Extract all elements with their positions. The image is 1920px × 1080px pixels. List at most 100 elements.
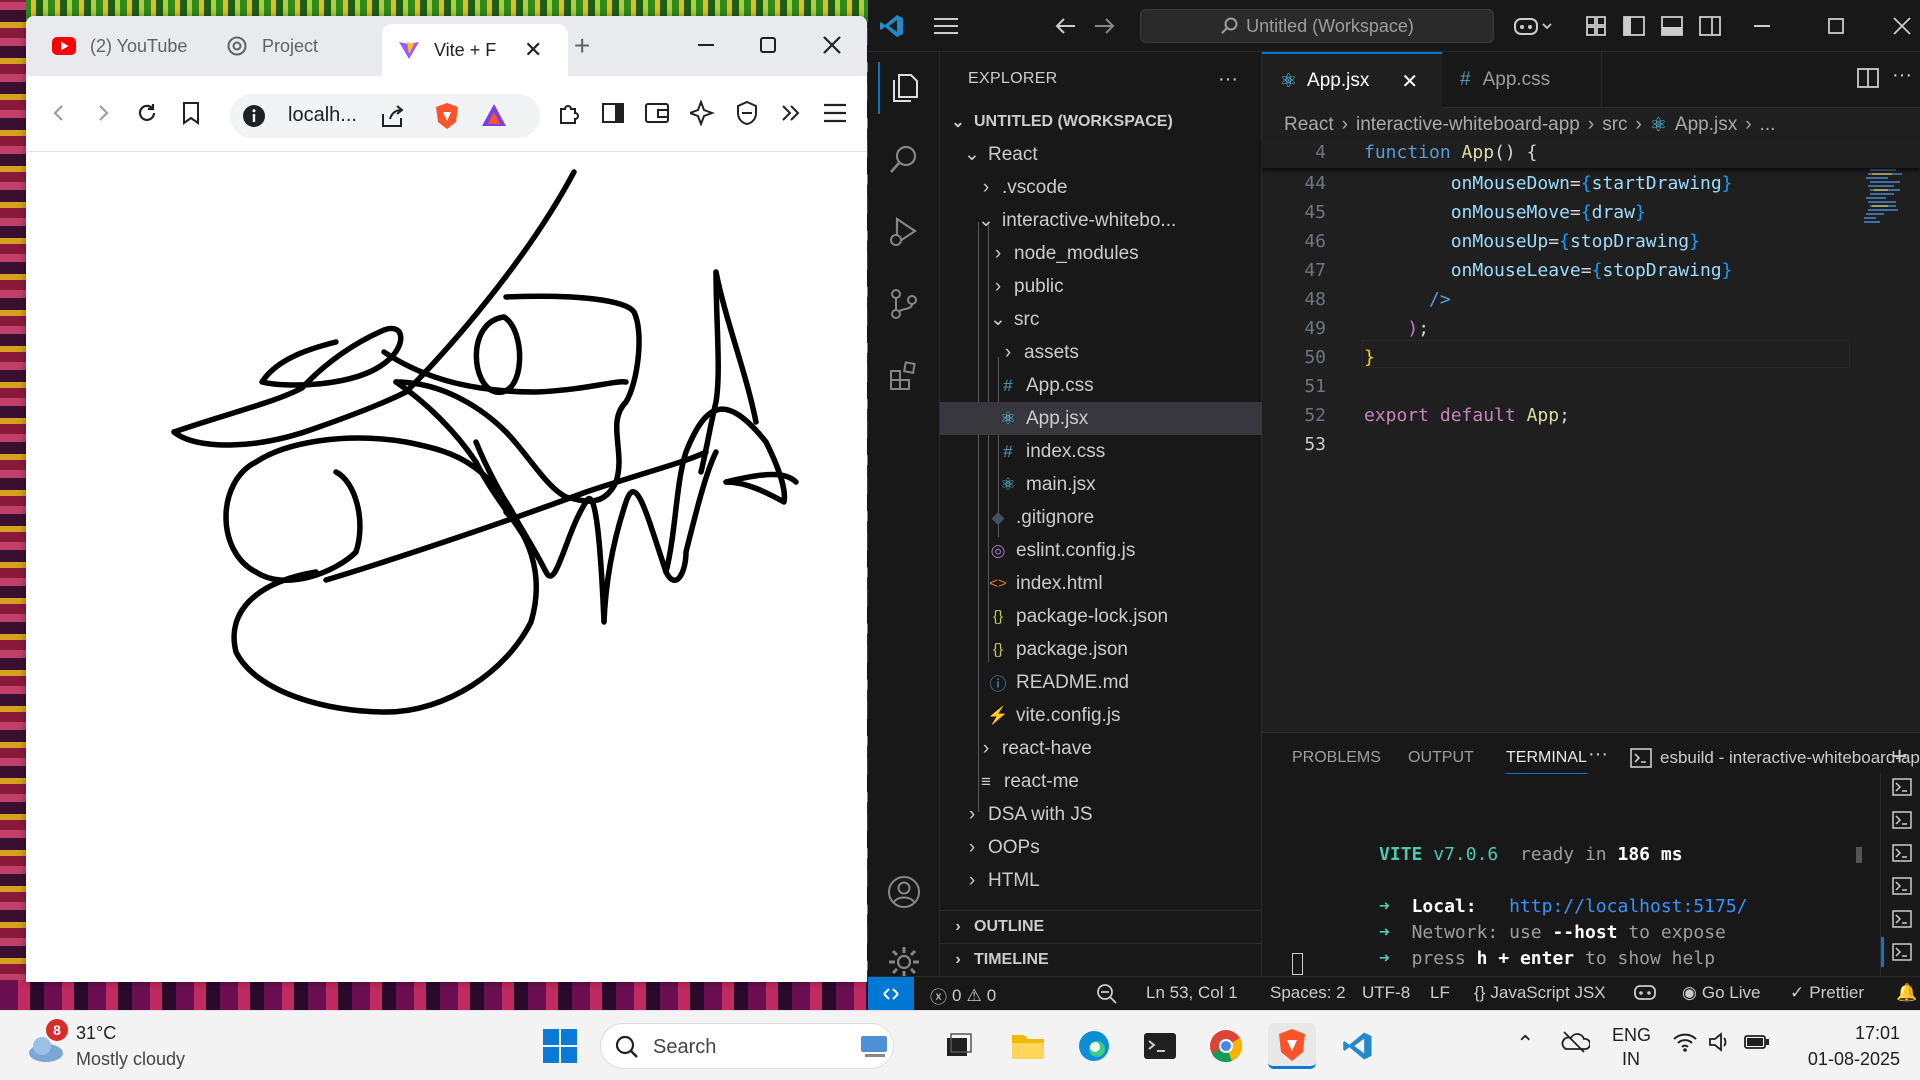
copilot-icon[interactable] xyxy=(1508,12,1558,40)
extensions-icon[interactable] xyxy=(552,96,586,130)
code-line[interactable]: 48 /> xyxy=(1262,285,1920,313)
terminal-scrollbar[interactable] xyxy=(1856,847,1862,863)
chevron-up-icon[interactable]: ⌃ xyxy=(1516,1031,1534,1057)
breadcrumb-src[interactable]: src xyxy=(1602,114,1627,136)
volume-icon[interactable] xyxy=(1708,1031,1732,1053)
tree-item-package-json[interactable]: {} package.json xyxy=(940,633,1262,666)
prettier-status[interactable]: ✓ Prettier xyxy=(1790,983,1864,1003)
panel-tab-output[interactable]: OUTPUT xyxy=(1408,749,1474,767)
more-actions-icon[interactable]: ··· xyxy=(1218,68,1238,91)
vscode-taskbar-icon[interactable] xyxy=(1334,1023,1382,1069)
close-window-icon[interactable] xyxy=(812,30,852,60)
forward-icon[interactable] xyxy=(86,96,120,130)
breadcrumb-react[interactable]: React xyxy=(1284,114,1334,136)
address-bar[interactable]: localh... xyxy=(230,94,540,138)
site-info-icon[interactable] xyxy=(242,104,266,128)
maximize-icon[interactable] xyxy=(748,30,788,60)
share-icon[interactable] xyxy=(380,104,406,128)
battery-icon[interactable] xyxy=(1744,1031,1770,1053)
whiteboard-canvas[interactable] xyxy=(26,152,867,982)
customize-layout-icon[interactable] xyxy=(1582,12,1610,40)
tree-item-readme[interactable]: ⓘ README.md xyxy=(940,666,1262,699)
notifications-bell-icon[interactable]: 🔔 xyxy=(1896,983,1917,1003)
language-mode[interactable]: {} JavaScript JSX xyxy=(1474,983,1606,1003)
vscode-close-icon[interactable] xyxy=(1888,12,1916,40)
breadcrumb-symbol[interactable]: ... xyxy=(1760,114,1776,136)
minimize-icon[interactable] xyxy=(686,30,726,60)
run-debug-icon[interactable] xyxy=(878,206,930,258)
tree-item-oops[interactable]: › OOPs xyxy=(940,831,1262,864)
code-line[interactable]: 46 onMouseUp ={stopDrawing} xyxy=(1262,227,1920,255)
edge-icon[interactable] xyxy=(1070,1023,1118,1069)
browser-tab-project[interactable]: Project xyxy=(226,26,376,66)
editor-more-icon[interactable]: ··· xyxy=(1892,64,1912,87)
tree-item-dsa-with-js[interactable]: › DSA with JS xyxy=(940,798,1262,831)
indentation[interactable]: Spaces: 2 xyxy=(1270,983,1346,1003)
editor-tab-app-jsx[interactable]: ⚛ App.jsx ✕ xyxy=(1262,52,1442,108)
tree-item-index-html[interactable]: <> index.html xyxy=(940,567,1262,600)
sidebar-toggle-icon[interactable] xyxy=(596,96,630,130)
back-icon[interactable] xyxy=(42,96,76,130)
cursor-position[interactable]: Ln 53, Col 1 xyxy=(1146,983,1238,1003)
start-button[interactable] xyxy=(536,1023,584,1069)
clock-time[interactable]: 17:01 xyxy=(1844,1023,1900,1044)
tree-item-app-css[interactable]: # App.css xyxy=(940,369,1262,402)
code-line[interactable]: 45 onMouseMove ={draw} xyxy=(1262,198,1920,226)
tree-item-vscode-folder[interactable]: › .vscode xyxy=(940,171,1262,204)
brave-rewards-icon[interactable] xyxy=(480,102,508,128)
outline-section[interactable]: › OUTLINE xyxy=(940,910,1262,943)
terminal-name[interactable]: esbuild - interactive-whiteboard-app xyxy=(1660,748,1920,768)
taskbar-search[interactable]: Search xyxy=(600,1023,894,1069)
nav-back-icon[interactable] xyxy=(1052,12,1080,40)
menu-icon[interactable] xyxy=(818,96,852,130)
browser-tab-vite-active[interactable]: Vite + F ✕ xyxy=(382,24,568,76)
tree-item-vite-config[interactable]: ⚡ vite.config.js xyxy=(940,699,1262,732)
tree-item-src[interactable]: ⌄ src xyxy=(940,303,1262,336)
panel-more-icon[interactable]: ··· xyxy=(1588,743,1608,766)
new-tab-icon[interactable]: + xyxy=(574,26,604,66)
tree-item-package-lock[interactable]: {} package-lock.json xyxy=(940,600,1262,633)
accounts-icon[interactable] xyxy=(878,866,930,918)
brave-shield-icon[interactable] xyxy=(434,102,460,130)
tree-item-react[interactable]: ⌄ React xyxy=(940,138,1262,171)
timeline-section[interactable]: › TIMELINE xyxy=(940,943,1262,976)
panel-tab-problems[interactable]: PROBLEMS xyxy=(1292,749,1381,767)
sticky-scroll-line[interactable]: 4 function App() { xyxy=(1262,138,1920,168)
toggle-panel-icon[interactable] xyxy=(1658,12,1686,40)
new-terminal-icon[interactable]: + xyxy=(1892,741,1907,772)
problems-status[interactable]: ⓧ 0 ⚠ 0 xyxy=(930,983,996,1008)
code-line[interactable]: 52 export default App; xyxy=(1262,401,1920,429)
split-editor-icon[interactable] xyxy=(1856,66,1880,90)
tree-item-node-modules[interactable]: › node_modules xyxy=(940,237,1262,270)
code-line[interactable]: 44 onMouseDown ={startDrawing} xyxy=(1262,169,1920,197)
remote-indicator-icon[interactable] xyxy=(868,977,914,1011)
code-line[interactable]: 49 ); xyxy=(1262,314,1920,342)
tree-item-interactive-whiteboard[interactable]: ⌄ interactive-whitebo... xyxy=(940,204,1262,237)
tree-item-react-have[interactable]: › react-have xyxy=(940,732,1262,765)
vscode-maximize-icon[interactable] xyxy=(1822,12,1850,40)
wifi-icon[interactable] xyxy=(1672,1031,1698,1053)
copilot-status-icon[interactable] xyxy=(1634,983,1656,1001)
language-indicator[interactable]: ENG xyxy=(1612,1025,1651,1046)
browser-tab-youtube[interactable]: (2) YouTube xyxy=(52,26,202,66)
bookmark-icon[interactable] xyxy=(174,96,208,130)
brave-taskbar-icon[interactable] xyxy=(1268,1023,1316,1069)
close-tab-icon[interactable]: ✕ xyxy=(524,37,542,63)
code-line[interactable]: 51 xyxy=(1262,372,1920,400)
panel-tab-terminal[interactable]: TERMINAL xyxy=(1506,749,1587,774)
extensions-view-icon[interactable] xyxy=(878,350,930,402)
tree-item-react-me[interactable]: ≡ react-me xyxy=(940,765,1262,798)
tree-item-gitignore[interactable]: ◆ .gitignore xyxy=(940,501,1262,534)
region-indicator[interactable]: IN xyxy=(1622,1049,1640,1070)
source-control-icon[interactable] xyxy=(878,278,930,330)
end-of-line[interactable]: LF xyxy=(1430,983,1450,1003)
tree-item-eslint-config[interactable]: ◎ eslint.config.js xyxy=(940,534,1262,567)
hamburger-menu-icon[interactable] xyxy=(932,12,960,40)
close-tab-icon[interactable]: ✕ xyxy=(1401,69,1418,94)
tree-item-assets[interactable]: › assets xyxy=(940,336,1262,369)
encoding[interactable]: UTF-8 xyxy=(1362,983,1410,1003)
breadcrumb-project[interactable]: interactive-whiteboard-app xyxy=(1356,114,1580,136)
reload-icon[interactable] xyxy=(130,96,164,130)
tree-item-public[interactable]: › public xyxy=(940,270,1262,303)
vscode-minimize-icon[interactable] xyxy=(1748,12,1776,40)
